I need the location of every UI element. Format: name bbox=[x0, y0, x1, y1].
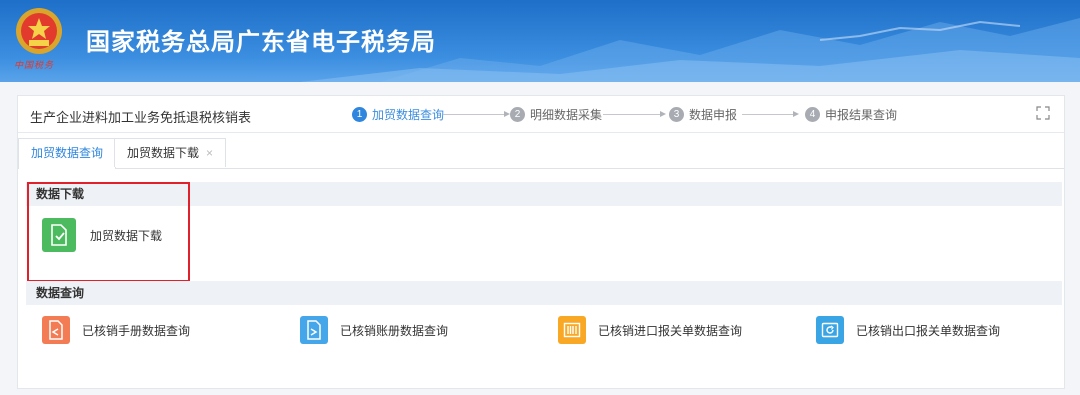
signature-logo: 中国税务 bbox=[14, 61, 55, 71]
step-1[interactable]: 1 加贸数据查询 bbox=[352, 106, 444, 123]
manual-doc-icon bbox=[42, 316, 70, 344]
item-label: 已核销出口报关单数据查询 bbox=[856, 323, 1001, 338]
site-title: 国家税务总局广东省电子税务局 bbox=[86, 29, 436, 56]
tab-label: 加贸数据查询 bbox=[31, 146, 104, 160]
step-number: 4 bbox=[805, 107, 820, 122]
step-number: 1 bbox=[352, 107, 367, 122]
item-label: 已核销手册数据查询 bbox=[82, 323, 191, 338]
ledger-query-button[interactable]: 已核销账册数据查询 bbox=[300, 316, 448, 344]
fullscreen-icon[interactable] bbox=[1036, 106, 1050, 120]
step-label: 申报结果查询 bbox=[825, 108, 898, 122]
site-header: 中国税务 国家税务总局广东省电子税务局 bbox=[0, 0, 1080, 82]
step-arrow bbox=[443, 111, 510, 117]
step-label: 数据申报 bbox=[689, 108, 738, 122]
step-arrow bbox=[603, 111, 666, 117]
ledger-import-icon bbox=[300, 316, 328, 344]
step-4[interactable]: 4 申报结果查询 bbox=[805, 106, 897, 123]
form-title: 生产企业进料加工业务免抵退税核销表 bbox=[30, 110, 252, 125]
tab-data-download[interactable]: 加贸数据下载 × bbox=[114, 138, 227, 167]
tab-label: 加贸数据下载 bbox=[127, 146, 200, 160]
highlight-box bbox=[27, 182, 190, 282]
tax-emblem-icon bbox=[16, 8, 62, 54]
import-declaration-query-button[interactable]: 已核销进口报关单数据查询 bbox=[558, 316, 742, 344]
export-declaration-query-button[interactable]: 已核销出口报关单数据查询 bbox=[816, 316, 1000, 344]
step-2[interactable]: 2 明细数据采集 bbox=[510, 106, 602, 123]
item-label: 已核销进口报关单数据查询 bbox=[598, 323, 743, 338]
manual-query-button[interactable]: 已核销手册数据查询 bbox=[42, 316, 190, 344]
step-number: 3 bbox=[669, 107, 684, 122]
refresh-doc-icon bbox=[816, 316, 844, 344]
barcode-icon bbox=[558, 316, 586, 344]
main-panel: 生产企业进料加工业务免抵退税核销表 1 加贸数据查询 2 明细数据采集 3 数据… bbox=[17, 95, 1065, 389]
step-3[interactable]: 3 数据申报 bbox=[669, 106, 737, 123]
section-title-query: 数据查询 bbox=[26, 281, 1062, 305]
step-label: 加贸数据查询 bbox=[372, 108, 445, 122]
step-label: 明细数据采集 bbox=[530, 108, 603, 122]
item-label: 已核销账册数据查询 bbox=[340, 323, 449, 338]
tab-data-query[interactable]: 加贸数据查询 bbox=[18, 138, 117, 169]
step-number: 2 bbox=[510, 107, 525, 122]
step-arrow bbox=[742, 111, 799, 117]
tab-bar: 加贸数据查询 加贸数据下载 × bbox=[18, 138, 1064, 169]
workflow-bar: 生产企业进料加工业务免抵退税核销表 1 加贸数据查询 2 明细数据采集 3 数据… bbox=[18, 96, 1064, 133]
close-icon[interactable]: × bbox=[206, 146, 213, 160]
